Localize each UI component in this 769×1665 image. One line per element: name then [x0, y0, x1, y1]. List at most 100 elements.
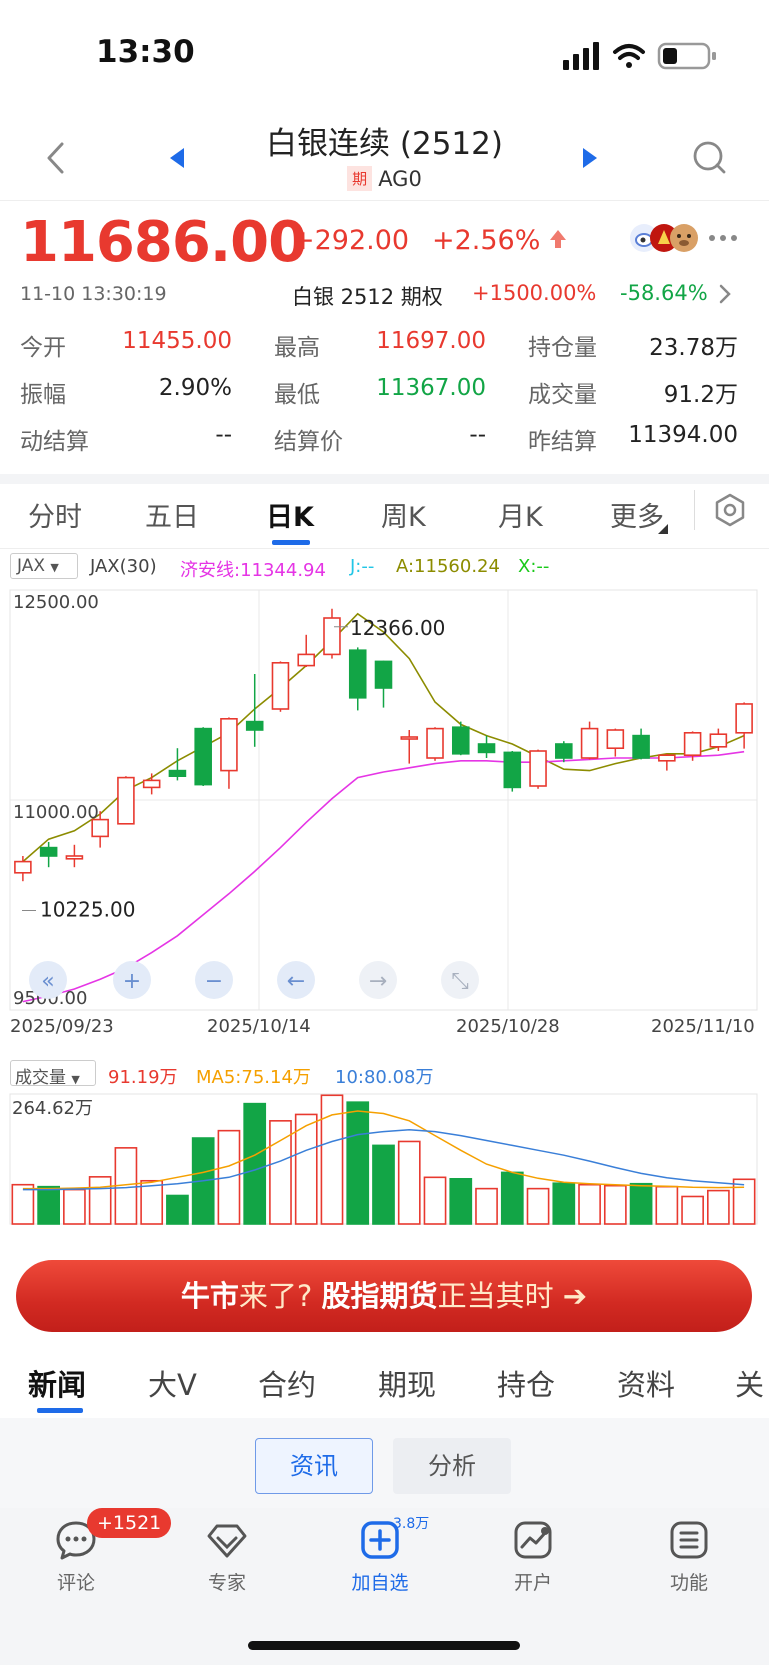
control-glyph-icon: −	[205, 969, 223, 994]
bottom-nav-functions[interactable]: 功能	[629, 1518, 749, 1595]
stat-value: 2.90%	[158, 375, 232, 401]
more-icon[interactable]	[708, 234, 738, 242]
fullscreen-button[interactable]: ⤡	[441, 961, 479, 999]
futures-badge: 期	[347, 166, 373, 191]
stat-label: 最低	[274, 382, 320, 408]
comment-count-badge: +1521	[87, 1508, 172, 1538]
chart-settings-icon[interactable]	[712, 492, 748, 528]
volume-bar	[140, 1179, 164, 1225]
up-arrow-icon	[550, 230, 566, 248]
candle	[323, 617, 341, 656]
stat-value: 11394.00	[628, 422, 738, 448]
min-price-label: 10225.00	[40, 898, 135, 922]
quote-timestamp: 11-10 13:30:19	[20, 283, 167, 305]
bottom-nav-label: 专家	[207, 1572, 246, 1594]
community-avatars[interactable]	[628, 222, 702, 254]
x-tick-label: 2025/11/10	[651, 1016, 755, 1037]
candle	[348, 649, 367, 699]
status-icons	[563, 42, 716, 70]
news-tab[interactable]: 期现	[378, 1362, 436, 1404]
option-up-value[interactable]: +1500.00%	[472, 281, 596, 305]
price-change: +292.00	[292, 225, 410, 256]
indicator-jian: 济安线:11344.94	[180, 560, 326, 581]
indicator-select[interactable]: JAX ▼	[10, 553, 78, 579]
volume-bar	[578, 1183, 601, 1225]
candle	[529, 750, 547, 787]
volume-bar	[88, 1176, 112, 1225]
chart-tab[interactable]: 分时	[28, 495, 82, 534]
next-contract-icon[interactable]	[581, 146, 599, 170]
contract-code-text: AG0	[378, 167, 422, 191]
zoom-out-button[interactable]: −	[195, 961, 233, 999]
volume-indicator-select[interactable]: 成交量 ▼	[10, 1060, 96, 1088]
chart-tab[interactable]: 月K	[498, 495, 543, 534]
chart-tab[interactable]: 更多	[610, 495, 664, 534]
contract-code: 期 AG0	[0, 166, 769, 191]
stat-label: 昨结算	[528, 429, 597, 455]
candle	[14, 860, 32, 874]
stat-value: --	[215, 422, 232, 448]
banner-text-1: 牛市	[180, 1279, 239, 1313]
volume-bar	[681, 1195, 704, 1225]
volume-value: 91.19万	[108, 1067, 178, 1088]
sub-tab-news[interactable]: 资讯	[255, 1438, 373, 1494]
chevron-down-icon: ▼	[50, 561, 59, 574]
news-tab[interactable]: 新闻	[28, 1362, 86, 1404]
scroll-left-button[interactable]: «	[29, 961, 67, 999]
pan-right-button[interactable]: →	[359, 961, 397, 999]
volume-select-value: 成交量	[15, 1068, 66, 1088]
volume-bar	[372, 1144, 395, 1225]
max-price-label: 12366.00	[350, 616, 445, 640]
volume-bar	[526, 1187, 550, 1225]
volume-bar	[294, 1113, 318, 1225]
chart-tab[interactable]: 日K	[266, 495, 314, 534]
news-tab[interactable]: 合约	[258, 1362, 316, 1404]
promo-banner[interactable]: 牛市来了? 股指期货正当其时 ➔	[16, 1260, 752, 1332]
stat-label: 今开	[20, 335, 66, 361]
bottom-nav-expert[interactable]: 专家	[167, 1518, 287, 1595]
news-tab[interactable]: 持仓	[497, 1362, 555, 1404]
status-time: 13:30	[96, 34, 195, 70]
search-icon[interactable]	[692, 140, 728, 176]
signal-icon	[563, 42, 599, 70]
bottom-nav-label: 开户	[513, 1572, 552, 1594]
x-tick-label: 2025/10/14	[207, 1016, 311, 1037]
sub-tab-analysis[interactable]: 分析	[393, 1438, 511, 1494]
volume-max-label: 264.62万	[12, 1098, 93, 1119]
chart-tab[interactable]: 周K	[381, 495, 426, 534]
indicator-select-value: JAX	[17, 556, 45, 576]
stat-label: 结算价	[274, 429, 343, 455]
volume-bar	[732, 1178, 756, 1225]
zoom-in-button[interactable]: +	[113, 961, 151, 999]
bottom-nav-open-account[interactable]: 开户	[473, 1518, 593, 1595]
x-tick-label: 2025/10/28	[456, 1016, 560, 1037]
indicator-j: J:--	[350, 556, 375, 577]
x-tick-label: 2025/09/23	[10, 1016, 114, 1037]
volume-bar	[37, 1185, 60, 1225]
price-change-pct: +2.56%	[432, 225, 541, 256]
candle	[658, 754, 676, 762]
diamond-icon	[207, 1524, 247, 1558]
news-tab[interactable]: 关	[735, 1362, 764, 1404]
menu-list-icon	[670, 1521, 708, 1559]
candlestick-chart[interactable]: 12500.0011000.009500.0012366.0010225.002…	[0, 580, 769, 1050]
pan-left-button[interactable]: ←	[277, 961, 315, 999]
news-tab[interactable]: 大V	[148, 1362, 197, 1404]
chart-tab[interactable]: 五日	[145, 495, 199, 534]
tab-underline	[272, 540, 310, 545]
volume-bar	[655, 1185, 679, 1225]
news-tab[interactable]: 资料	[617, 1362, 675, 1404]
volume-bar	[552, 1182, 576, 1225]
banner-text-2: 来了?	[238, 1279, 322, 1313]
option-down-value[interactable]: -58.64%	[620, 281, 708, 305]
chevron-right-icon[interactable]	[718, 283, 732, 305]
candle	[142, 779, 161, 789]
candle	[39, 846, 58, 857]
indicator-x: X:--	[518, 556, 550, 577]
volume-chart[interactable]: 264.62万	[0, 1090, 769, 1230]
control-glyph-icon: ←	[287, 969, 305, 994]
volume-bar	[423, 1176, 447, 1225]
option-link-label[interactable]: 白银 2512 期权	[292, 281, 443, 311]
stat-label: 成交量	[528, 382, 597, 408]
bottom-nav-label: 评论	[56, 1572, 95, 1594]
